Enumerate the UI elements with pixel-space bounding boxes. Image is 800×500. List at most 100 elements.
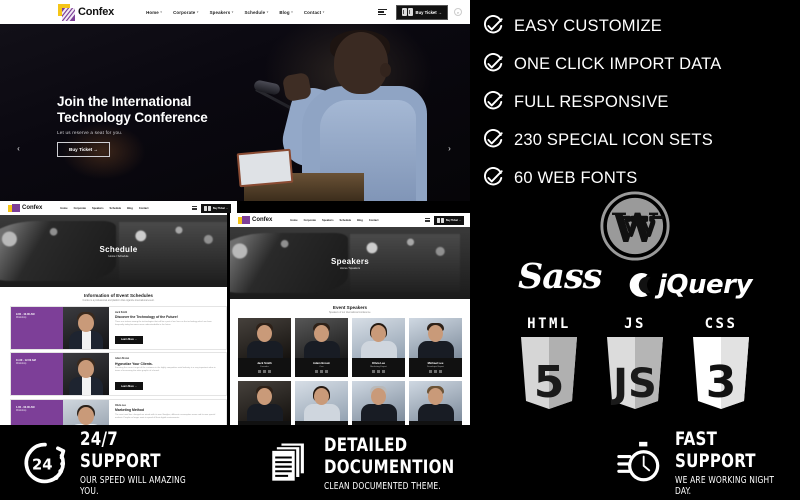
speaker-card[interactable]: Adam Brown Ceo [295, 317, 348, 377]
speaker-card[interactable]: Eli Ross Designer Expert [295, 380, 348, 425]
jquery-logo-text: jQuery [658, 270, 752, 300]
preview-nav-item[interactable]: Blog [357, 219, 363, 222]
support-bar: 24 24/7 SUPPORT OUR SPEED WILL AMAZING Y… [0, 425, 800, 500]
clock-24-text: 24 [32, 456, 52, 473]
preview-nav-item[interactable]: Home [290, 219, 297, 222]
schedule-time: 11.00 - 12.00 AM [16, 359, 36, 362]
ticket-icon [208, 205, 212, 211]
preview-nav-item[interactable]: Contact [369, 219, 379, 222]
buy-ticket-button[interactable]: Buy Ticket → [200, 203, 231, 213]
schedule-speaker-photo [63, 353, 109, 395]
social-icons[interactable] [240, 369, 289, 373]
svg-text:5: 5 [534, 357, 565, 408]
speaker-role: Marketing Expert [370, 365, 387, 368]
buy-ticket-button[interactable]: Buy Ticket → [395, 4, 448, 20]
slider-next-arrow-icon[interactable]: › [443, 142, 456, 155]
schedule-title: Marketing Method [115, 408, 145, 412]
preview-nav-item[interactable]: Schedule [110, 207, 122, 210]
jquery-logo: jQuery [625, 270, 752, 300]
speaker-card[interactable]: Mark Lee Designer Expert [238, 380, 291, 425]
preview-breadcrumb: Home / Schedule [108, 254, 129, 258]
learn-more-button[interactable]: Learn More → [115, 382, 143, 391]
nav-item-blog[interactable]: Blog ▾ [279, 10, 293, 15]
slider-prev-arrow-icon[interactable]: ‹ [12, 142, 25, 155]
logo-mark-icon [58, 3, 75, 21]
preview-nav-item[interactable]: Speakers [92, 207, 104, 210]
speaker-photo [295, 317, 348, 358]
social-icons[interactable] [354, 369, 403, 373]
preview-nav-item[interactable]: Blog [127, 207, 133, 210]
schedule-speaker-name: Olivia Lee [115, 404, 126, 407]
schedule-row[interactable]: 11.00 - 12.00 AM Workshop Adam Brown Hyp… [10, 352, 227, 396]
schedule-time-block: 1.00 - 02.00 AM Workshop [11, 399, 63, 425]
nav-item-corporate[interactable]: Corporate ▾ [173, 10, 199, 15]
speaker-card[interactable]: Joe Wilson Designer Expert [409, 380, 462, 425]
technology-logos: W Sass jQuery HTML 5 JS JS CSS 3 [470, 188, 800, 425]
schedule-speaker-name: Jack Smith [115, 311, 128, 314]
check-circle-icon [484, 167, 503, 186]
preview-navbar: Confex Home Corporate Speakers Schedule … [0, 201, 237, 215]
hamburger-menu-icon[interactable] [191, 206, 197, 210]
nav-label: Speakers [209, 9, 231, 15]
site-logo[interactable]: Confex [58, 3, 114, 21]
social-icons[interactable] [411, 369, 460, 373]
speaker-card[interactable]: Mark Doe Founder [352, 380, 405, 425]
learn-more-button[interactable]: Learn More → [115, 335, 143, 344]
buy-ticket-label: Buy Ticket → [415, 9, 442, 15]
speaker-photo [295, 380, 348, 421]
preview-navbar-actions: Buy Ticket → [191, 203, 231, 213]
check-circle-icon [484, 91, 503, 110]
stopwatch-icon [616, 441, 659, 481]
ticket-icon [203, 205, 207, 211]
check-circle-icon [484, 53, 503, 72]
preview-page-banner: Schedule Home / Schedule [0, 215, 237, 287]
hamburger-menu-icon[interactable] [424, 218, 430, 222]
speaker-card[interactable]: Olivia Lee Marketing Expert [352, 317, 405, 377]
speaker-photo [409, 380, 462, 421]
nav-item-speakers[interactable]: Speakers ▾ [210, 10, 234, 15]
check-circle-icon [484, 15, 503, 34]
ticket-icon [436, 217, 440, 223]
css3-label: CSS [704, 316, 738, 332]
buy-ticket-button[interactable]: Buy Ticket → [433, 215, 464, 225]
schedule-row[interactable]: 9.00 - 10.00 AM Workshop Jack Smith Disc… [10, 305, 227, 350]
preview-nav-item[interactable]: Corporate [304, 219, 316, 222]
js-label: JS [624, 316, 646, 332]
svg-text:JS: JS [610, 361, 657, 407]
buy-ticket-label: Buy Ticket → [212, 206, 228, 210]
speaker-card[interactable]: Jack Smith Founder [238, 317, 291, 377]
social-icons[interactable] [297, 369, 346, 373]
schedule-list: 9.00 - 10.00 AM Workshop Jack Smith Disc… [0, 304, 237, 425]
nav-item-home[interactable]: Home ▾ [146, 10, 162, 15]
preview-nav-item[interactable]: Corporate [74, 207, 86, 210]
schedule-row[interactable]: 1.00 - 02.00 AM Workshop Olivia Lee Mark… [10, 398, 227, 425]
hero-buy-ticket-button[interactable]: Buy Ticket → [57, 142, 111, 157]
nav-label: Schedule [244, 9, 266, 15]
theme-preview-column: Confex Home ▾ Corporate ▾ Speakers ▾ Sch… [0, 0, 470, 425]
nav-label: Blog [279, 9, 290, 15]
hamburger-menu-icon[interactable] [377, 8, 387, 16]
speaker-photo [409, 317, 462, 358]
preview-nav-item[interactable]: Home [60, 207, 67, 210]
preview-schedule-page[interactable]: Confex Home Corporate Speakers Schedule … [0, 201, 237, 425]
preview-nav-links: Home Corporate Speakers Schedule Blog Co… [60, 207, 148, 210]
preview-nav-item[interactable]: Speakers [322, 219, 334, 222]
chevron-down-icon: ▾ [291, 10, 293, 14]
search-icon[interactable]: ⌕ [454, 8, 462, 16]
preview-logo: Confex [8, 204, 42, 212]
preview-breadcrumb: Home / Speakers [339, 266, 361, 270]
feature-item: FULL RESPONSIVE [482, 83, 800, 121]
preview-speakers-page[interactable]: Confex Home Corporate Speakers Schedule … [227, 213, 470, 425]
nav-item-contact[interactable]: Contact ▾ [304, 10, 325, 15]
nav-item-schedule[interactable]: Schedule ▾ [244, 10, 268, 15]
preview-nav-item[interactable]: Schedule [340, 219, 352, 222]
preview-nav-item[interactable]: Contact [139, 207, 149, 210]
speakers-grid: Jack Smith Founder Adam Brown Ceo Olivia… [230, 316, 470, 425]
schedule-desc: The new trend has changed our minds with… [115, 413, 216, 419]
speaker-card[interactable]: Michael Lee Developer Expert [409, 317, 462, 377]
preview-banner-title: Speakers [331, 256, 369, 266]
js-shield-icon: JS [607, 337, 663, 409]
nav-label: Contact [303, 9, 322, 15]
check-circle-icon [484, 129, 503, 148]
speaker-role: Founder [260, 365, 269, 368]
